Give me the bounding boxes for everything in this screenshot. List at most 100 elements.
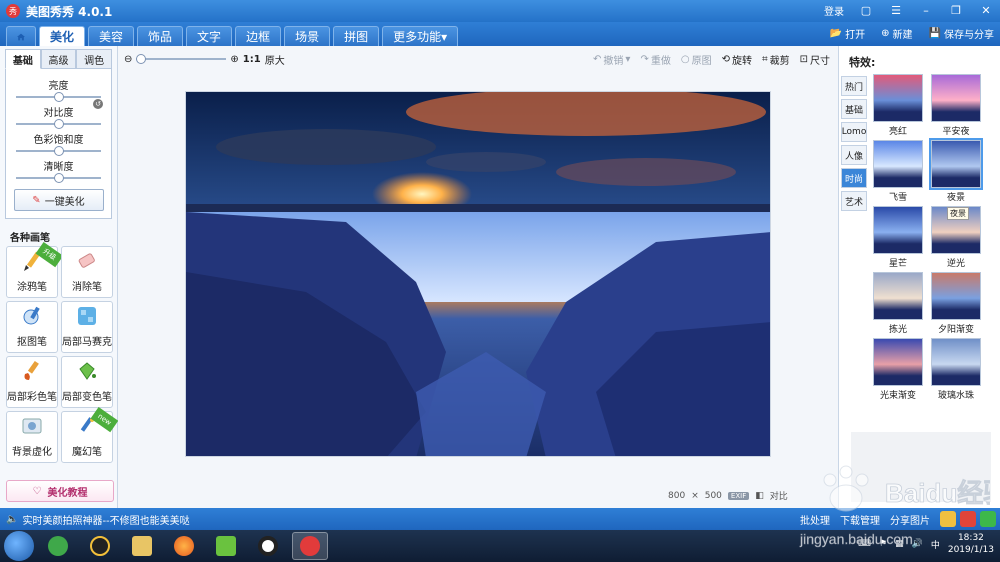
effect-name: 夜景 xyxy=(946,193,965,203)
local-recolor-brush-button[interactable]: 局部变色笔 xyxy=(61,356,113,408)
crop-button[interactable]: ⌗ 裁剪 xyxy=(762,52,790,67)
clock[interactable]: 18:32 2019/1/13 xyxy=(948,532,994,556)
rotate-button[interactable]: ⟲ 旋转 xyxy=(722,52,752,67)
brightness-slider[interactable] xyxy=(16,92,101,102)
contrast-slider[interactable] xyxy=(16,119,101,129)
compare-icon[interactable]: ◧ xyxy=(755,491,764,501)
volume-icon[interactable]: 🔊 xyxy=(912,539,923,549)
weibo-icon[interactable] xyxy=(960,511,976,527)
batch-process-button[interactable]: 批处理 xyxy=(800,512,830,527)
taskbar-video-app[interactable] xyxy=(208,532,244,560)
effect-item[interactable]: 玻璃水珠 xyxy=(929,338,983,404)
menu-icon[interactable]: ☰ xyxy=(888,4,904,18)
tab-accessories[interactable]: 饰品 xyxy=(137,26,184,46)
minimize-icon[interactable]: – xyxy=(918,4,934,18)
saturation-slider[interactable] xyxy=(16,146,101,156)
magic-brush-button[interactable]: new 魔幻笔 xyxy=(61,407,119,463)
resize-button[interactable]: ⊡ 尺寸 xyxy=(800,52,830,67)
new-button[interactable]: ⊕ 新建 xyxy=(881,26,912,41)
sharpness-slider[interactable] xyxy=(16,173,101,183)
login-link[interactable]: 登录 xyxy=(824,3,844,18)
effect-thumbnail xyxy=(873,74,923,122)
close-icon[interactable]: ✕ xyxy=(978,4,994,18)
tutorial-button[interactable]: ♡ 美化教程 xyxy=(6,480,114,502)
taskbar-firefox[interactable] xyxy=(166,532,202,560)
network-icon[interactable]: ▦ xyxy=(895,539,904,549)
rotate-label: 旋转 xyxy=(731,56,752,67)
effect-item[interactable]: 飞雪 xyxy=(871,140,925,206)
effect-item[interactable]: 平安夜 xyxy=(929,74,983,140)
effect-item[interactable]: 夜景 xyxy=(929,138,983,206)
ime-icon[interactable]: 中 xyxy=(931,538,940,551)
taskbar-recorder[interactable] xyxy=(250,532,286,560)
cutout-brush-button[interactable]: 抠图笔 xyxy=(6,301,58,353)
tab-lomo[interactable]: Lomo xyxy=(841,122,867,142)
flag-icon[interactable]: ⚑ xyxy=(879,539,887,549)
undo-button[interactable]: ↶ 撤销 ▾ xyxy=(593,52,630,67)
effect-item[interactable]: 亮红 xyxy=(871,74,925,140)
zoom-in-icon[interactable]: ⊕ xyxy=(230,54,238,65)
brush-grid: 升级 涂鸦笔 消除笔 抠图笔 局部马赛克 局部彩色笔 局部变色笔 背景虚化 ne… xyxy=(6,242,119,463)
local-color-brush-label: 局部彩色笔 xyxy=(7,392,57,403)
effects-empty-area xyxy=(851,432,991,502)
effect-item[interactable]: 拣光 xyxy=(871,272,925,338)
plus-icon: ⊕ xyxy=(881,28,890,39)
share-image-button[interactable]: 分享图片 xyxy=(890,512,930,527)
status-message[interactable]: 实时美颜拍照神器--不修图也能美美哒 xyxy=(22,512,189,527)
tab-face[interactable]: 美容 xyxy=(88,26,135,46)
effect-item[interactable]: 夕阳渐变 xyxy=(929,272,983,338)
taskbar-browser-360[interactable] xyxy=(40,532,76,560)
message-icon[interactable]: ▢ xyxy=(858,4,874,18)
tab-basic-effects[interactable]: 基础 xyxy=(841,99,867,119)
tab-beautify[interactable]: 美化 xyxy=(39,26,86,46)
save-share-button[interactable]: 💾 保存与分享 xyxy=(929,26,994,41)
home-tab[interactable] xyxy=(6,26,36,46)
taskbar-explorer[interactable] xyxy=(124,532,160,560)
effect-item[interactable]: 光束渐变 xyxy=(871,338,925,404)
zoom-out-icon[interactable]: ⊖ xyxy=(124,54,132,65)
background-blur-button[interactable]: 背景虚化 xyxy=(6,411,58,463)
tab-portrait[interactable]: 人像 xyxy=(841,145,867,165)
eraser-brush-button[interactable]: 消除笔 xyxy=(61,246,113,298)
keyboard-icon[interactable]: ⌨ xyxy=(858,539,871,549)
doodle-brush-button[interactable]: 升级 涂鸦笔 xyxy=(6,242,64,298)
effect-name: 逆光 xyxy=(946,259,965,269)
home-icon xyxy=(17,33,25,40)
original-size-button[interactable]: 原大 xyxy=(265,52,285,67)
zoom-slider[interactable] xyxy=(136,54,227,64)
open-button[interactable]: 📂 打开 xyxy=(830,26,865,41)
local-color-brush-button[interactable]: 局部彩色笔 xyxy=(6,356,58,408)
taskbar-meitu[interactable] xyxy=(292,532,328,560)
subtab-basic[interactable]: 基础 xyxy=(5,49,41,69)
save-icon: 💾 xyxy=(928,28,941,39)
add-icon[interactable] xyxy=(980,511,996,527)
subtab-color[interactable]: 调色 xyxy=(76,49,113,69)
tab-border[interactable]: 边框 xyxy=(235,26,282,46)
subtab-advanced[interactable]: 高级 xyxy=(40,49,77,69)
zoom-ratio[interactable]: 1:1 xyxy=(243,54,261,65)
tab-scene[interactable]: 场景 xyxy=(284,26,331,46)
tab-fashion[interactable]: 时尚 xyxy=(841,168,867,188)
start-button-icon[interactable] xyxy=(4,531,34,561)
record-icon xyxy=(258,536,278,556)
original-image-button[interactable]: ○ 原图 xyxy=(681,52,712,67)
adjust-box: ↺ 亮度 对比度 色彩饱和度 清晰度 ✎ 一键美化 xyxy=(5,69,112,219)
edited-photo[interactable] xyxy=(185,91,771,457)
one-click-beautify-button[interactable]: ✎ 一键美化 xyxy=(13,189,104,211)
exif-button[interactable]: EXIF xyxy=(727,491,750,500)
tab-text[interactable]: 文字 xyxy=(186,26,233,46)
compare-button[interactable]: 对比 xyxy=(770,489,788,502)
tab-more-features[interactable]: 更多功能▾ xyxy=(382,26,459,46)
taskbar-qq[interactable] xyxy=(82,532,118,560)
local-mosaic-button[interactable]: 局部马赛克 xyxy=(61,301,113,353)
tab-collage[interactable]: 拼图 xyxy=(333,26,380,46)
redo-button[interactable]: ↷ 重做 xyxy=(640,52,670,67)
effect-item[interactable]: 星芒 xyxy=(871,206,925,272)
magic-brush-label: 魔幻笔 xyxy=(72,447,102,458)
tab-art[interactable]: 艺术 xyxy=(841,191,867,211)
star-icon[interactable] xyxy=(940,511,956,527)
tab-popular[interactable]: 热门 xyxy=(841,76,867,96)
maximize-icon[interactable]: ❐ xyxy=(948,4,964,18)
download-manager-button[interactable]: 下载管理 xyxy=(840,512,880,527)
effect-thumbnail xyxy=(873,140,923,188)
